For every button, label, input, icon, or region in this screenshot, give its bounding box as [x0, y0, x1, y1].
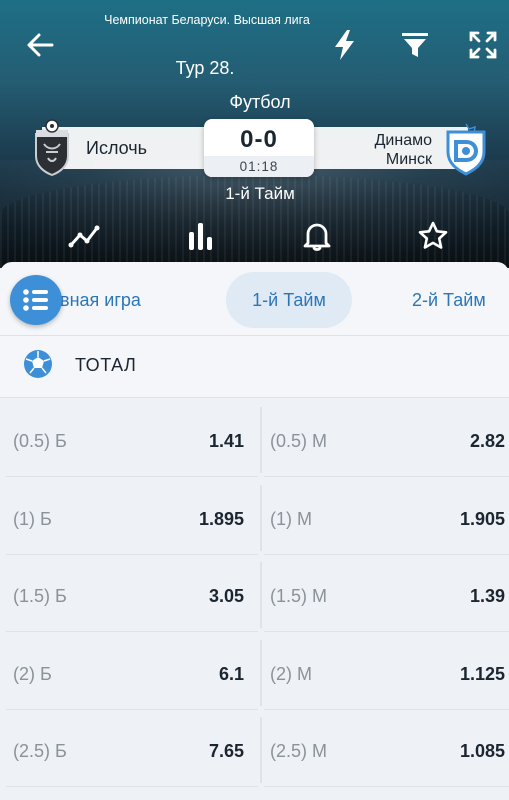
under-odds-cell[interactable]: (0.5) М 2.82: [264, 403, 509, 477]
under-odd-value: 1.905: [459, 508, 505, 529]
odds-row: (1) Б 1.895 (1) М 1.905: [6, 480, 509, 559]
under-odd-value: 1.39: [469, 586, 505, 606]
under-odds-cell[interactable]: (2.5) М 1.085: [264, 713, 509, 787]
under-label: (1) М: [270, 508, 312, 529]
under-odds-cell[interactable]: (2) М 1.125: [264, 635, 509, 710]
period-label: 1-й Тайм: [225, 184, 295, 203]
bar-chart-icon[interactable]: [182, 218, 218, 254]
under-label: (1.5) М: [270, 586, 328, 606]
under-label: (2) М: [270, 663, 312, 684]
star-icon[interactable]: [415, 218, 451, 254]
over-odds-cell[interactable]: (1.5) Б 3.05: [6, 558, 262, 632]
over-label: (1) Б: [13, 508, 52, 529]
over-odd-value: 1.41: [208, 431, 244, 451]
round-label: Тур 28.: [175, 58, 235, 78]
odds-grid: (0.5) Б 1.41 (0.5) М 2.82 (1) Б 1.895 (1) М 1.9…: [6, 403, 509, 791]
odds-row: (1.5) Б 3.05 (1.5) М 1.39: [6, 558, 509, 636]
filter-icon[interactable]: [396, 26, 434, 64]
home-team-name: Ислочь: [86, 138, 148, 158]
over-label: (2) Б: [13, 663, 52, 684]
over-odds-cell[interactable]: (2) Б 6.1: [6, 635, 262, 710]
away-team-logo-icon: [440, 122, 492, 176]
under-label: (2.5) М: [270, 741, 328, 761]
match-score: 0-0: [240, 126, 278, 153]
line-chart-icon[interactable]: [66, 218, 102, 254]
over-label: (0.5) Б: [13, 431, 67, 451]
under-odds-cell[interactable]: (1.5) М 1.39: [264, 558, 509, 632]
over-odd-value: 1.895: [198, 508, 244, 529]
soccer-ball-icon: [22, 348, 54, 380]
odds-row: (0.5) Б 1.41 (0.5) М 2.82: [6, 403, 509, 481]
period-tabs: овная игра 1-й Тайм 2-й Тайм: [0, 262, 509, 336]
under-label: (0.5) М: [270, 431, 328, 451]
under-odd-value: 1.085: [459, 741, 505, 761]
sport-label: Футбол: [229, 92, 291, 112]
expand-icon[interactable]: [464, 26, 502, 64]
over-odds-cell[interactable]: (1) Б 1.895: [6, 480, 262, 555]
under-odd-value: 1.125: [459, 663, 505, 684]
under-odd-value: 2.82: [469, 431, 505, 451]
tab-main-game[interactable]: овная игра: [50, 272, 190, 328]
away-team-name: Динамо Минск: [344, 131, 432, 169]
tab-second-half[interactable]: 2-й Тайм: [398, 272, 508, 328]
list-icon[interactable]: [10, 275, 62, 325]
over-label: (2.5) Б: [13, 741, 67, 761]
home-team-logo-icon: [30, 118, 74, 178]
over-odds-cell[interactable]: (2.5) Б 7.65: [6, 713, 262, 787]
over-odd-value: 6.1: [218, 663, 244, 684]
over-odd-value: 7.65: [208, 741, 244, 761]
bell-icon[interactable]: [299, 218, 335, 254]
odds-row: (2.5) Б 7.65 (2.5) М 1.085: [6, 713, 509, 791]
match-time: 01:18: [239, 159, 279, 174]
under-odds-cell[interactable]: (1) М 1.905: [264, 480, 509, 555]
away-team-name-line1: Динамо: [374, 132, 432, 149]
tab-first-half[interactable]: 1-й Тайм: [226, 272, 352, 328]
lightning-icon[interactable]: [326, 26, 364, 64]
over-odd-value: 3.05: [208, 586, 244, 606]
odds-row: (2) Б 6.1 (2) М 1.125: [6, 635, 509, 714]
league-title: Чемпионат Беларуси. Высшая лига: [104, 13, 310, 27]
score-box: 0-0 01:18: [204, 119, 314, 177]
over-label: (1.5) Б: [13, 586, 67, 606]
away-team-name-line2: Минск: [385, 151, 432, 168]
market-title: ТОТАЛ: [75, 355, 137, 375]
back-arrow-icon[interactable]: [20, 28, 60, 62]
over-odds-cell[interactable]: (0.5) Б 1.41: [6, 403, 262, 477]
market-header[interactable]: ТОТАЛ: [0, 336, 509, 398]
match-header: Чемпионат Беларуси. Высшая лига Тур 28. …: [0, 0, 509, 268]
